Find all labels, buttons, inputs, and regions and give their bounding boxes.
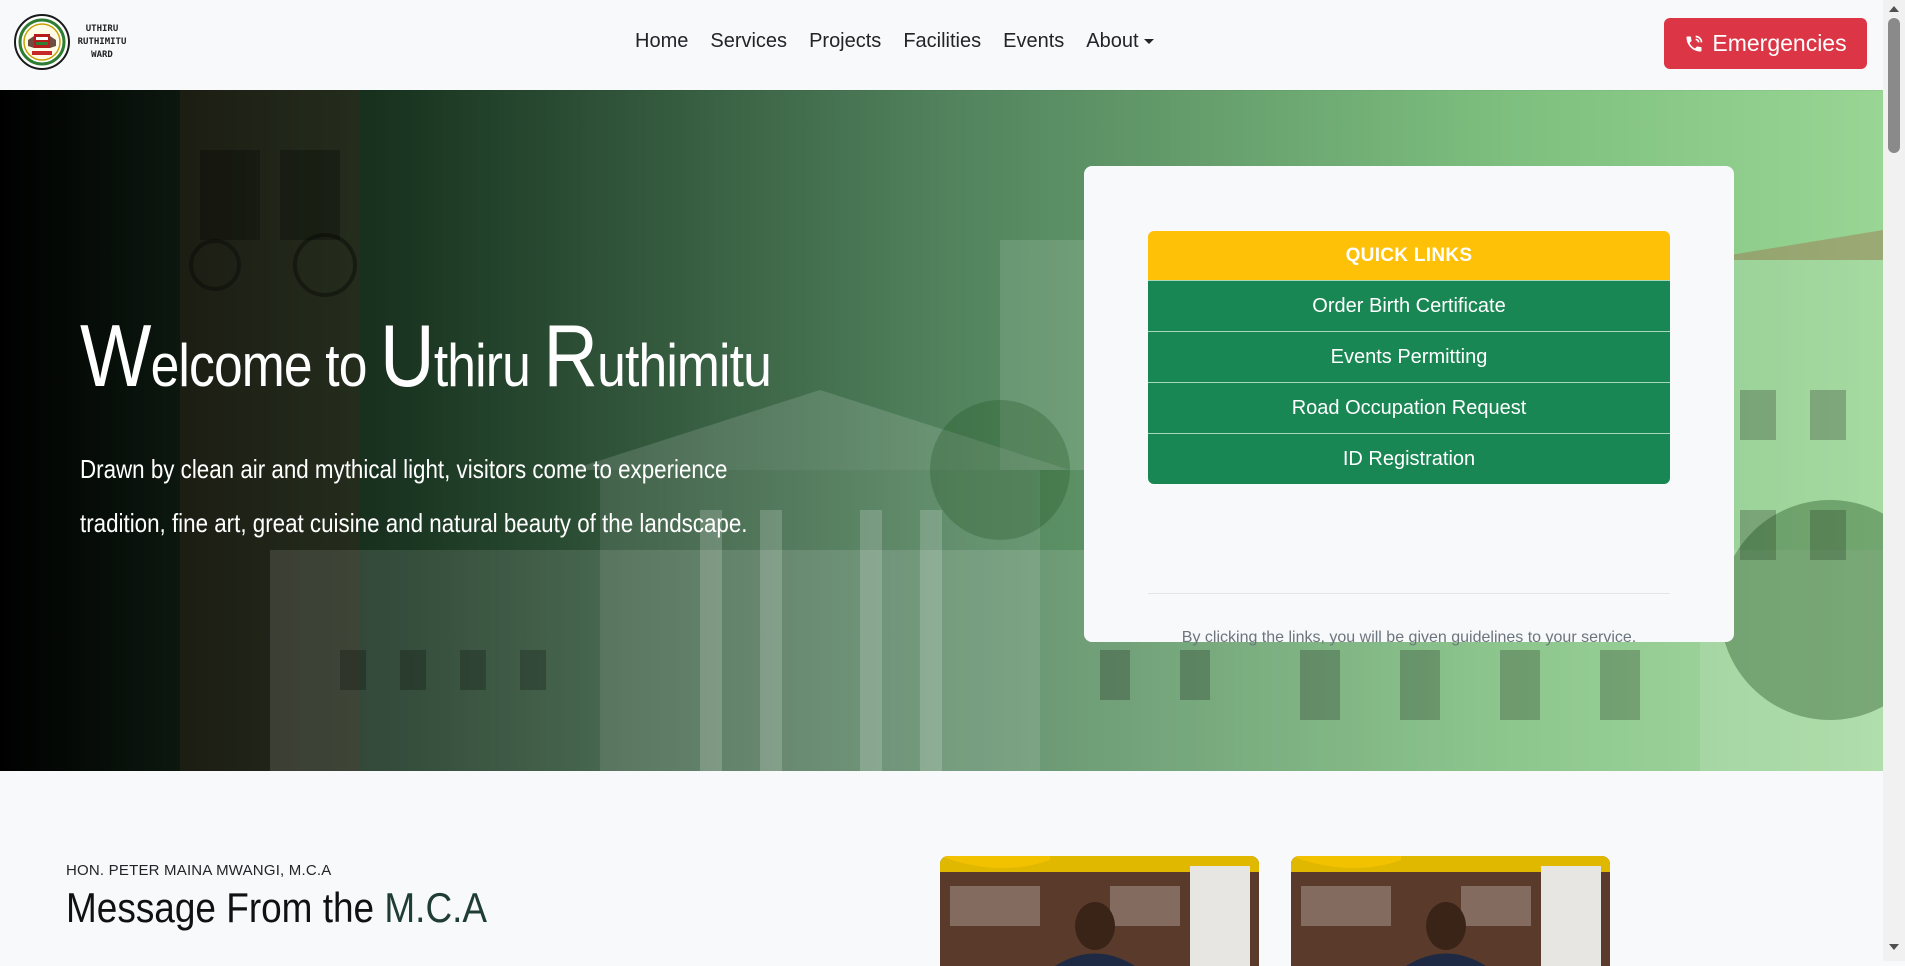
quick-link-label: ID Registration <box>1342 447 1476 470</box>
hero-title-w: W <box>80 306 151 405</box>
brand-line-2: RUTHIMITU <box>77 36 127 47</box>
quick-links-card: QUICK LINKS Order Birth Certificate Even… <box>1084 166 1734 646</box>
nav-projects-label: Projects <box>809 30 882 52</box>
navbar: UTHIRU RUTHIMITU WARD Home Services Proj… <box>0 0 1883 91</box>
mca-portrait-image <box>940 856 1259 966</box>
mca-section-title: Message From the M.C.A <box>66 884 487 932</box>
quick-link-events-permitting[interactable]: Events Permitting <box>1148 331 1670 382</box>
mca-photo-1 <box>940 856 1259 966</box>
mca-title-accent: M.C.A <box>384 884 488 931</box>
quick-links-list: QUICK LINKS Order Birth Certificate Even… <box>1148 231 1670 484</box>
page-scrollbar[interactable] <box>1883 0 1905 961</box>
nav-projects[interactable]: Projects <box>798 28 892 55</box>
nav-events-label: Events <box>1003 30 1065 52</box>
hero-section: Welcome to Uthiru Ruthimitu Drawn by cle… <box>0 90 1883 771</box>
quick-link-id-registration[interactable]: ID Registration <box>1148 433 1670 484</box>
quick-link-label: Order Birth Certificate <box>1312 294 1506 317</box>
nav-facilities[interactable]: Facilities <box>892 28 992 55</box>
mca-portrait-image <box>1291 856 1610 966</box>
chevron-down-icon <box>1143 39 1154 44</box>
hero-title: Welcome to Uthiru Ruthimitu <box>80 305 772 407</box>
nav-services-label: Services <box>710 30 788 52</box>
scroll-up-arrow-icon[interactable] <box>1889 6 1899 12</box>
phone-icon <box>1686 35 1703 51</box>
hero-title-part-3: uthimitu <box>597 332 772 399</box>
ward-emblem-icon <box>14 14 70 70</box>
emergencies-button[interactable]: Emergencies <box>1664 18 1867 69</box>
quick-links-divider <box>1148 593 1670 594</box>
main-nav: Home Services Projects Facilities Events… <box>624 28 1165 55</box>
brand-line-1: UTHIRU <box>85 23 119 34</box>
nav-about-label: About <box>1086 30 1139 52</box>
mca-title-main: Message From the <box>66 884 385 931</box>
nav-facilities-label: Facilities <box>903 30 982 52</box>
nav-about-dropdown[interactable]: About <box>1075 28 1164 55</box>
mca-photo-2 <box>1291 856 1610 966</box>
quick-links-note: By clicking the links, you will be given… <box>1181 629 1637 646</box>
scrollbar-thumb[interactable] <box>1888 18 1900 153</box>
hero-title-part-2: thiru <box>433 332 544 399</box>
emergencies-label: Emergencies <box>1712 30 1847 56</box>
quick-link-label: Events Permitting <box>1330 345 1488 368</box>
nav-home[interactable]: Home <box>624 28 699 55</box>
hero-title-r: R <box>543 306 598 405</box>
scroll-down-arrow-icon[interactable] <box>1889 944 1899 950</box>
mca-name-label: HON. PETER MAINA MWANGI, M.C.A <box>66 862 332 879</box>
hero-title-part-1: elcome to <box>150 332 381 399</box>
brand-logo-link[interactable]: UTHIRU RUTHIMITU WARD <box>14 14 128 70</box>
brand-name: UTHIRU RUTHIMITU WARD <box>76 23 128 62</box>
nav-events[interactable]: Events <box>992 28 1075 55</box>
nav-home-label: Home <box>635 30 689 52</box>
hero-title-u: U <box>380 306 435 405</box>
quick-links-header: QUICK LINKS <box>1148 231 1670 280</box>
nav-services[interactable]: Services <box>699 28 798 55</box>
hero-subtitle: Drawn by clean air and mythical light, v… <box>80 454 748 538</box>
quick-link-birth-certificate[interactable]: Order Birth Certificate <box>1148 280 1670 331</box>
brand-line-3: WARD <box>91 49 113 60</box>
quick-link-road-occupation[interactable]: Road Occupation Request <box>1148 382 1670 433</box>
quick-link-label: Road Occupation Request <box>1291 396 1527 419</box>
